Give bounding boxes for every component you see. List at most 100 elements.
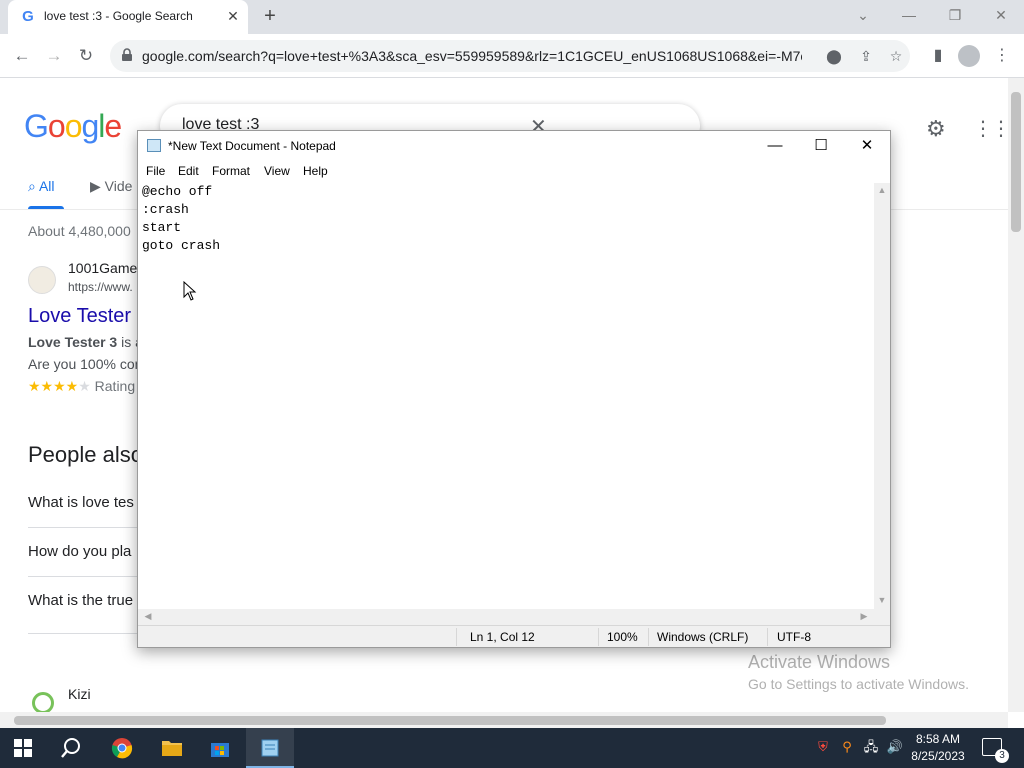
windows-start-icon[interactable] [14, 739, 32, 757]
notepad-app-icon [261, 739, 279, 757]
result-url[interactable]: https://www. [68, 280, 133, 294]
notepad-window: *New Text Document - Notepad — ☐ ✕ File … [137, 130, 891, 648]
notepad-titlebar[interactable]: *New Text Document - Notepad — ☐ ✕ [138, 131, 890, 161]
result-snippet-2: Are you 100% com [28, 356, 147, 372]
folder-icon [162, 741, 182, 756]
notepad-maximize-icon[interactable]: ☐ [798, 131, 844, 161]
url-text: google.com/search?q=love+test+%3A3&sca_e… [142, 48, 802, 64]
chrome-taskbar-button[interactable] [98, 728, 146, 768]
notepad-close-icon[interactable]: ✕ [844, 131, 890, 161]
notepad-statusbar: Ln 1, Col 12 100% Windows (CRLF) UTF-8 [138, 625, 890, 647]
minimize-icon[interactable]: — [894, 4, 924, 26]
results-count: About 4,480,000 [28, 223, 131, 239]
reload-icon[interactable]: ↻ [74, 44, 98, 68]
google-logo[interactable]: Google [24, 108, 122, 145]
browser-toolbar: ← → ↻ google.com/search?q=love+test+%3A3… [0, 34, 1024, 78]
lock-icon[interactable] [120, 48, 134, 62]
line-endings: Windows (CRLF) [657, 630, 749, 644]
menu-help[interactable]: Help [303, 164, 328, 178]
result-rating: ★★★★★ Rating [28, 378, 135, 395]
back-icon[interactable]: ← [10, 44, 34, 68]
restore-icon[interactable]: ❐ [940, 4, 970, 26]
notification-center-icon[interactable]: 3 [982, 738, 1009, 763]
page-horizontal-scroll-thumb[interactable] [14, 716, 886, 725]
browser-tab[interactable]: G love test :3 - Google Search ✕ [8, 0, 248, 34]
profile-icon[interactable] [958, 45, 980, 67]
share-icon[interactable]: ⇪ [856, 46, 876, 66]
paa-question[interactable]: What is the true [28, 592, 138, 609]
notepad-taskbar-button[interactable] [246, 728, 294, 768]
cursor-position: Ln 1, Col 12 [470, 630, 535, 644]
zoom-level: 100% [607, 630, 638, 644]
page-vertical-scroll-thumb[interactable] [1011, 92, 1021, 232]
tab-videos-label: Vide [104, 178, 133, 194]
menu-format[interactable]: Format [212, 164, 250, 178]
security-shield-icon[interactable]: ⛨ [814, 738, 832, 756]
menu-icon[interactable]: ⋮ [990, 44, 1014, 68]
tab-search-icon[interactable]: ⌄ [848, 4, 878, 26]
scroll-right-icon[interactable]: ▶ [856, 611, 872, 622]
location-icon[interactable]: ⬤ [824, 46, 844, 66]
menu-view[interactable]: View [264, 164, 290, 178]
search-icon[interactable] [60, 737, 82, 759]
result-title-link[interactable]: Love Tester [28, 305, 131, 328]
search-app-tray-icon[interactable]: ⚲ [838, 738, 856, 756]
scroll-up-icon[interactable]: ▲ [874, 185, 890, 195]
tab-videos[interactable]: ▶ Vide [90, 178, 132, 195]
scroll-left-icon[interactable]: ◀ [140, 611, 156, 622]
divider [598, 628, 599, 646]
scroll-down-icon[interactable]: ▼ [874, 595, 890, 605]
notepad-horizontal-scrollbar[interactable]: ◀ ▶ [138, 609, 874, 625]
clock-time[interactable]: 8:58 AM [898, 732, 978, 746]
chrome-icon [111, 738, 133, 759]
store-icon [211, 743, 229, 757]
tab-active-indicator [28, 206, 64, 209]
activate-windows-title: Activate Windows [748, 652, 891, 672]
notepad-title: *New Text Document - Notepad [168, 139, 336, 153]
forward-icon[interactable]: → [42, 44, 66, 68]
taskbar: ⛨ ⚲ 🖧 🔊 8:58 AM 8/25/2023 3 [0, 728, 1024, 768]
google-favicon-icon: G [22, 8, 34, 25]
notepad-text-area[interactable]: @echo off :crash start goto crash [138, 183, 874, 609]
tab-all[interactable]: ⌕ All [28, 178, 55, 195]
encoding: UTF-8 [777, 630, 811, 644]
notification-count-badge: 3 [995, 749, 1009, 763]
divider [456, 628, 457, 646]
notepad-minimize-icon[interactable]: — [752, 131, 798, 161]
result-snippet: Love Tester 3 is a [28, 334, 143, 350]
divider [28, 633, 138, 634]
tab-all-label: All [38, 178, 55, 194]
new-tab-icon[interactable]: + [260, 6, 280, 26]
network-icon[interactable]: 🖧 [862, 738, 880, 756]
file-explorer-taskbar-button[interactable] [148, 728, 196, 768]
resize-grip-icon[interactable] [874, 609, 890, 625]
close-icon[interactable]: ✕ [986, 4, 1016, 26]
address-bar[interactable]: google.com/search?q=love+test+%3A3&sca_e… [110, 40, 910, 72]
divider [28, 527, 138, 528]
sidebar-icon[interactable]: ▮ [926, 44, 950, 68]
kizi-favicon-icon [32, 692, 54, 714]
menu-edit[interactable]: Edit [178, 164, 199, 178]
result-site-name[interactable]: 1001Game [68, 260, 137, 276]
star-icon[interactable]: ☆ [886, 46, 906, 66]
mouse-cursor-icon [183, 281, 197, 301]
paa-question[interactable]: What is love tes [28, 494, 138, 511]
result-site-name[interactable]: Kizi [68, 686, 91, 702]
site-favicon-icon [28, 266, 56, 294]
clock-date[interactable]: 8/25/2023 [898, 749, 978, 763]
notepad-content[interactable]: @echo off :crash start goto crash [142, 183, 220, 255]
notepad-vertical-scrollbar[interactable]: ▲ ▼ [874, 183, 890, 609]
people-also-ask-title: People also [28, 442, 143, 467]
divider [28, 576, 138, 577]
divider [767, 628, 768, 646]
activate-windows-subtitle: Go to Settings to activate Windows. [748, 676, 969, 692]
gear-icon[interactable]: ⚙ [926, 116, 946, 142]
paa-question[interactable]: How do you pla [28, 543, 138, 560]
store-taskbar-button[interactable] [196, 728, 244, 768]
menu-file[interactable]: File [146, 164, 165, 178]
notepad-icon [147, 139, 161, 152]
tab-close-icon[interactable]: ✕ [224, 7, 242, 25]
notepad-menubar: File Edit Format View Help [138, 161, 890, 183]
divider [648, 628, 649, 646]
rating-empty-star-icon: ★ [78, 378, 91, 394]
